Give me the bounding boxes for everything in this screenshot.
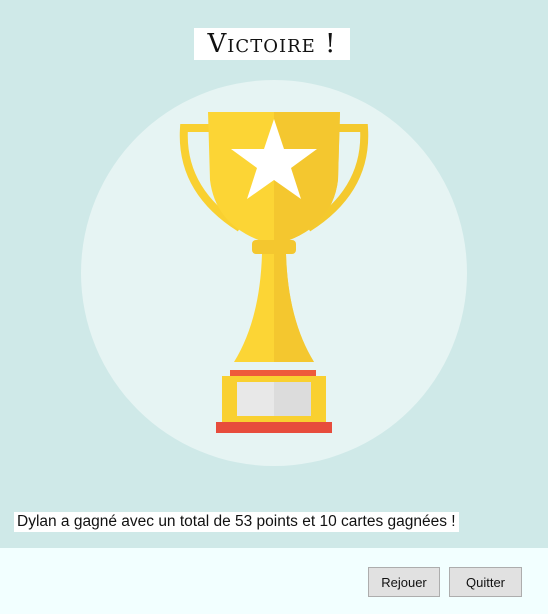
- trophy-illustration: [81, 80, 467, 466]
- replay-button[interactable]: Rejouer: [368, 567, 440, 597]
- quit-button[interactable]: Quitter: [449, 567, 522, 597]
- result-message: Dylan a gagné avec un total de 53 points…: [14, 512, 459, 532]
